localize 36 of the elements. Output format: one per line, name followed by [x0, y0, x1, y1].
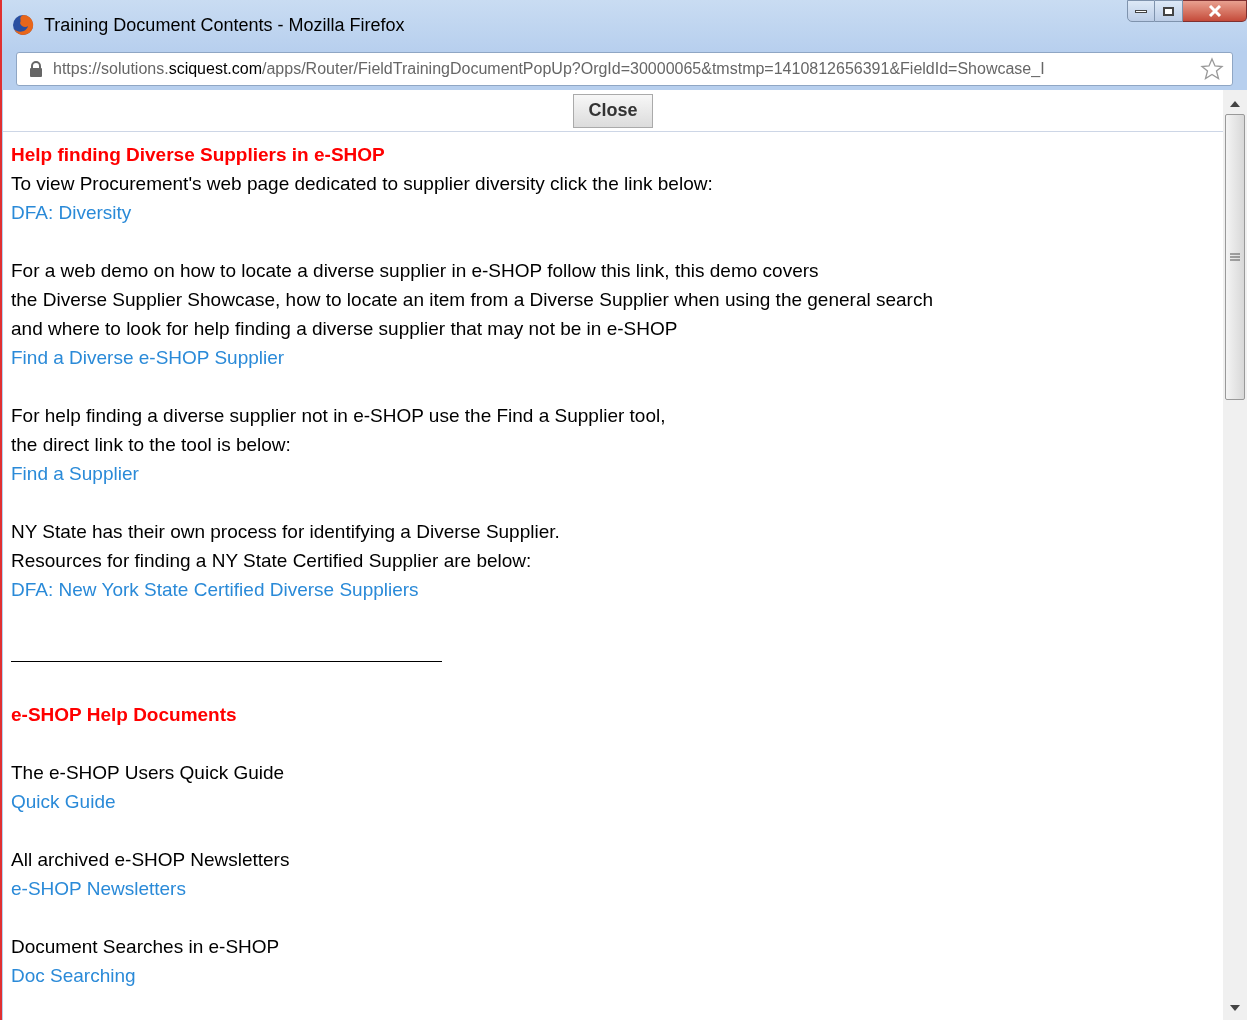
- close-window-button[interactable]: [1183, 0, 1247, 22]
- link[interactable]: Find a Supplier: [11, 459, 139, 488]
- paragraph-text: For help finding a diverse supplier not in e-SHOP use the Find a Supplier tool,: [11, 404, 666, 428]
- link[interactable]: Quick Guide: [11, 787, 116, 816]
- address-bar[interactable]: https://solutions.sciquest.com/apps/Router/FieldTrainingDocumentPopUp?OrgId=30000065&tmstmp=1410812656391&FieldId=Showcase_I: [16, 52, 1233, 86]
- paragraph-text: NY State has their own process for identifying a Diverse Supplier.: [11, 520, 560, 544]
- scroll-thumb[interactable]: [1225, 114, 1245, 400]
- browser-logo-icon: [12, 14, 34, 36]
- paragraph-text: and where to look for help finding a diverse supplier that may not be in e-SHOP: [11, 317, 678, 341]
- paragraph-text: Document Searches in e-SHOP: [11, 935, 280, 959]
- scroll-up-icon[interactable]: [1230, 100, 1240, 108]
- paragraph-text: To view Procurement's web page dedicated to supplier diversity click the link below:: [11, 172, 713, 196]
- paragraph-text: the direct link to the tool is below:: [11, 433, 291, 457]
- close-icon: [1207, 5, 1222, 17]
- link[interactable]: DFA: Diversity: [11, 198, 132, 227]
- link[interactable]: Find a Diverse e-SHOP Supplier: [11, 343, 285, 372]
- paragraph-text: the Diverse Supplier Showcase, how to locate an item from a Diverse Supplier when using the general search: [11, 288, 933, 312]
- paragraph-text: Resources for finding a NY State Certified Supplier are below:: [11, 549, 532, 573]
- lock-icon: [29, 61, 43, 77]
- grip-icon: [1230, 252, 1240, 262]
- paragraph-text: The e-SHOP Users Quick Guide: [11, 761, 285, 785]
- close-button[interactable]: Close: [573, 93, 653, 128]
- maximize-button[interactable]: [1155, 0, 1183, 22]
- scrollbar[interactable]: [1223, 90, 1247, 1020]
- section-heading: Help finding Diverse Suppliers in e-SHOP: [11, 143, 385, 167]
- link[interactable]: e-SHOP Newsletters: [11, 874, 186, 903]
- scroll-down-icon[interactable]: [1230, 1004, 1240, 1012]
- paragraph-text: All archived e-SHOP Newsletters: [11, 848, 290, 872]
- minimize-button[interactable]: [1127, 0, 1155, 22]
- star-icon[interactable]: [1200, 57, 1224, 81]
- paragraph-text: For a web demo on how to locate a diverse supplier in e-SHOP follow this link, this demo covers: [11, 259, 819, 283]
- link[interactable]: Doc Searching: [11, 961, 136, 990]
- section-heading: e-SHOP Help Documents: [11, 703, 237, 727]
- url-text: https://solutions.sciquest.com/apps/Router/FieldTrainingDocumentPopUp?OrgId=30000065&tmstmp=1410812656391&FieldId=Showcase_I: [53, 59, 1046, 79]
- window-title: Training Document Contents - Mozilla Firefox: [44, 14, 405, 36]
- link[interactable]: DFA: New York State Certified Diverse Suppliers: [11, 575, 419, 604]
